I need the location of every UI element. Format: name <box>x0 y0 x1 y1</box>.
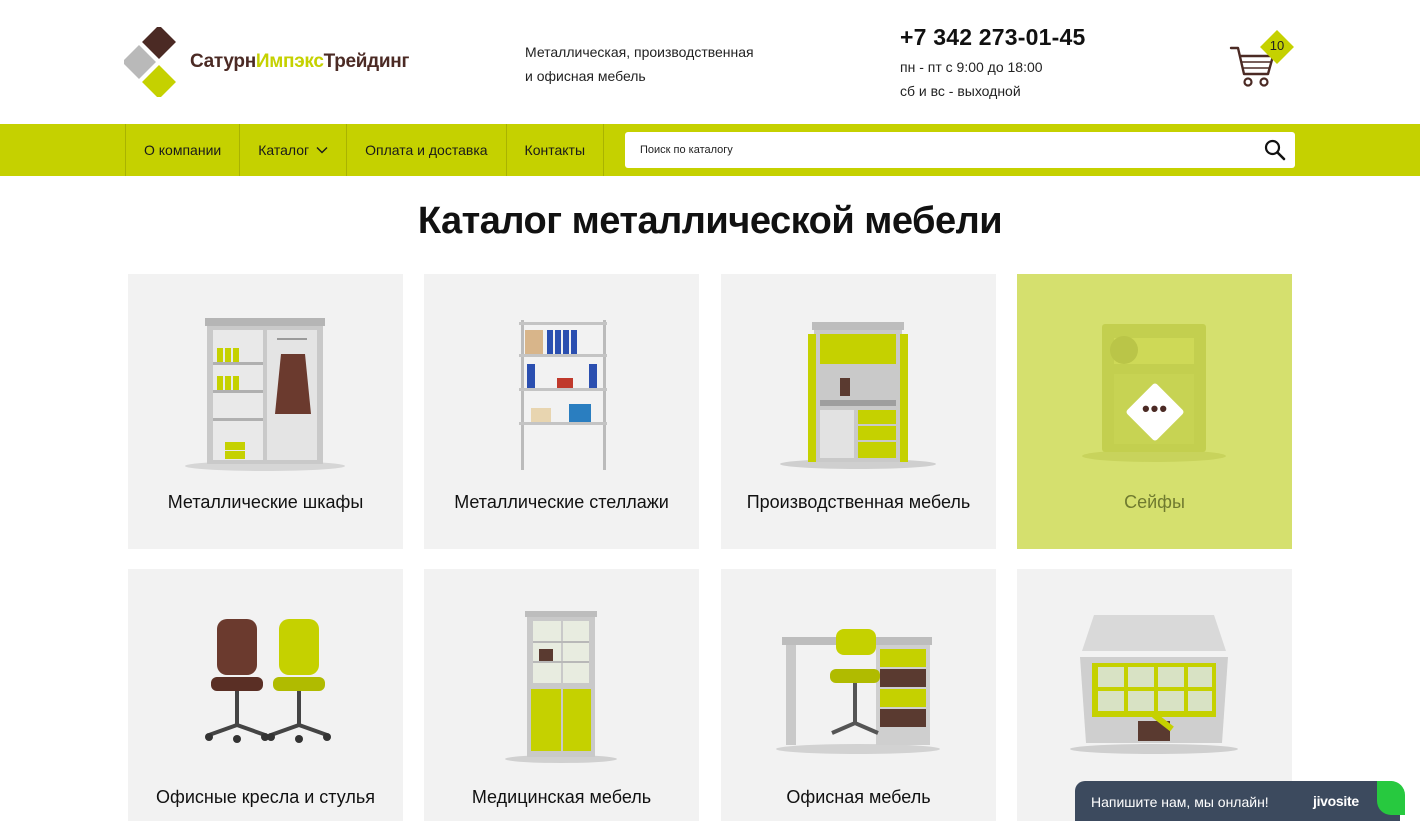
category-label: Медицинская мебель <box>471 787 652 807</box>
category-card-safes[interactable]: ••• Сейфы <box>1017 274 1292 549</box>
category-card-metal-shelving[interactable]: Металлические стеллажи <box>424 274 699 549</box>
category-label: Офисные кресла и стулья <box>156 787 375 807</box>
search-input[interactable] <box>625 132 1245 168</box>
site-header: СатурнИмпэксТрейдинг Металлическая, прои… <box>0 0 1420 124</box>
nav-item-payment-delivery[interactable]: Оплата и доставка <box>347 124 507 176</box>
page-title: Каталог металлической мебели <box>417 200 1003 242</box>
nav-item-contacts[interactable]: Контакты <box>507 124 605 176</box>
category-card-industrial-furniture[interactable]: Производственная мебель <box>721 274 996 549</box>
logo-text: СатурнИмпэксТрейдинг <box>190 51 409 73</box>
category-label: Металлические шкафы <box>167 492 364 512</box>
logo-mark-icon <box>124 27 176 97</box>
category-label: Сейфы <box>1124 492 1185 512</box>
phone-number[interactable]: +7 342 273-01-45 <box>900 24 1120 51</box>
nav-item-label: Оплата и доставка <box>365 142 488 158</box>
medical-cabinet-image <box>505 611 617 763</box>
main-nav: О компании Каталог Оплата и доставка Кон… <box>0 124 1420 176</box>
category-card-medical-furniture[interactable]: Медицинская мебель <box>424 569 699 821</box>
more-dots-icon: ••• <box>1141 396 1169 421</box>
logo-word-impex: Импэкс <box>255 51 324 72</box>
nav-item-label: Каталог <box>258 142 310 158</box>
tagline: Металлическая, производственная и офисна… <box>525 40 765 88</box>
category-card-office-chairs[interactable]: Офисные кресла и стулья <box>128 569 403 821</box>
more-options-badge[interactable]: ••• <box>1125 382 1185 442</box>
search-icon <box>1264 139 1286 161</box>
office-desk-image <box>776 629 940 754</box>
category-label: Офисная мебель <box>786 787 931 807</box>
search-button[interactable] <box>1263 138 1287 162</box>
cart-button[interactable]: 10 <box>1228 30 1298 87</box>
cart-count-badge: 10 <box>1260 30 1294 64</box>
chat-leaf-icon <box>1377 781 1405 815</box>
industrial-furniture-image <box>780 322 936 469</box>
category-label: Производственная мебель <box>746 492 971 512</box>
chevron-down-icon <box>316 147 328 154</box>
nav-item-label: Контакты <box>524 142 586 158</box>
cash-box-image <box>1070 615 1238 754</box>
tagline-line-1: Металлическая, производственная <box>525 44 754 60</box>
nav-item-label: О компании <box>144 142 222 158</box>
category-label: Металлические стеллажи <box>454 492 669 512</box>
hours-weekdays: пн - пт с 9:00 до 18:00 <box>900 59 1043 75</box>
nav-item-catalog[interactable]: Каталог <box>240 124 348 176</box>
contacts: +7 342 273-01-45 пн - пт с 9:00 до 18:00… <box>900 24 1120 103</box>
metal-cabinet-image <box>185 318 345 471</box>
category-card-office-furniture[interactable]: Офисная мебель <box>721 569 996 821</box>
chat-message: Напишите нам, мы онлайн! <box>1091 794 1269 810</box>
tagline-line-2: и офисная мебель <box>525 68 646 84</box>
logo-word-saturn: Сатурн <box>190 51 256 72</box>
nav-item-about[interactable]: О компании <box>126 124 241 176</box>
category-card-metal-cabinets[interactable]: Металлические шкафы <box>128 274 403 549</box>
nav-menu: О компании Каталог Оплата и доставка Кон… <box>125 124 605 176</box>
chat-brand-logo: jivosite <box>1313 793 1359 809</box>
hours-weekend: сб и вс - выходной <box>900 83 1021 99</box>
logo[interactable]: СатурнИмпэксТрейдинг <box>124 27 409 97</box>
office-chairs-image <box>205 619 331 743</box>
metal-shelving-image <box>519 320 607 470</box>
logo-word-trading: Трейдинг <box>323 51 410 72</box>
search-box <box>625 132 1295 168</box>
cart-count: 10 <box>1269 38 1285 53</box>
chat-widget[interactable]: Напишите нам, мы онлайн! jivosite <box>1075 781 1405 821</box>
